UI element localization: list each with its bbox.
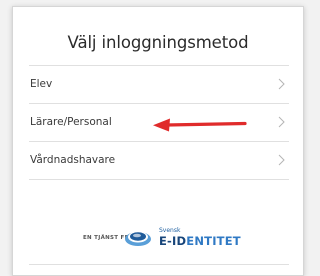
red-arrow-icon — [153, 118, 247, 132]
login-option-elev[interactable]: Elev — [29, 66, 289, 104]
login-option-vardnadshavare[interactable]: Vårdnadshavare — [29, 142, 289, 180]
provider-brand-entitet: ENTITET — [186, 234, 241, 248]
chevron-right-icon — [278, 116, 285, 128]
login-option-label: Lärare/Personal — [30, 116, 112, 128]
provider-brand: E-IDENTITET — [159, 234, 241, 248]
e-identitet-logo — [125, 231, 151, 246]
provider-brand-eid: E-ID — [159, 234, 187, 248]
login-card: Välj inloggningsmetod Elev Lärare/Person… — [12, 6, 304, 276]
provider-svensk: Svensk — [159, 227, 181, 234]
login-option-label: Vårdnadshavare — [30, 154, 116, 166]
chevron-right-icon — [278, 154, 285, 166]
page-title: Välj inloggningsmetod — [67, 33, 249, 52]
login-option-label: Elev — [30, 78, 53, 90]
provider-footer: EN TJÄNST FRÅN Svensk E-IDENTITET — [13, 227, 303, 253]
footer-divider — [29, 264, 289, 265]
chevron-right-icon — [278, 78, 285, 90]
